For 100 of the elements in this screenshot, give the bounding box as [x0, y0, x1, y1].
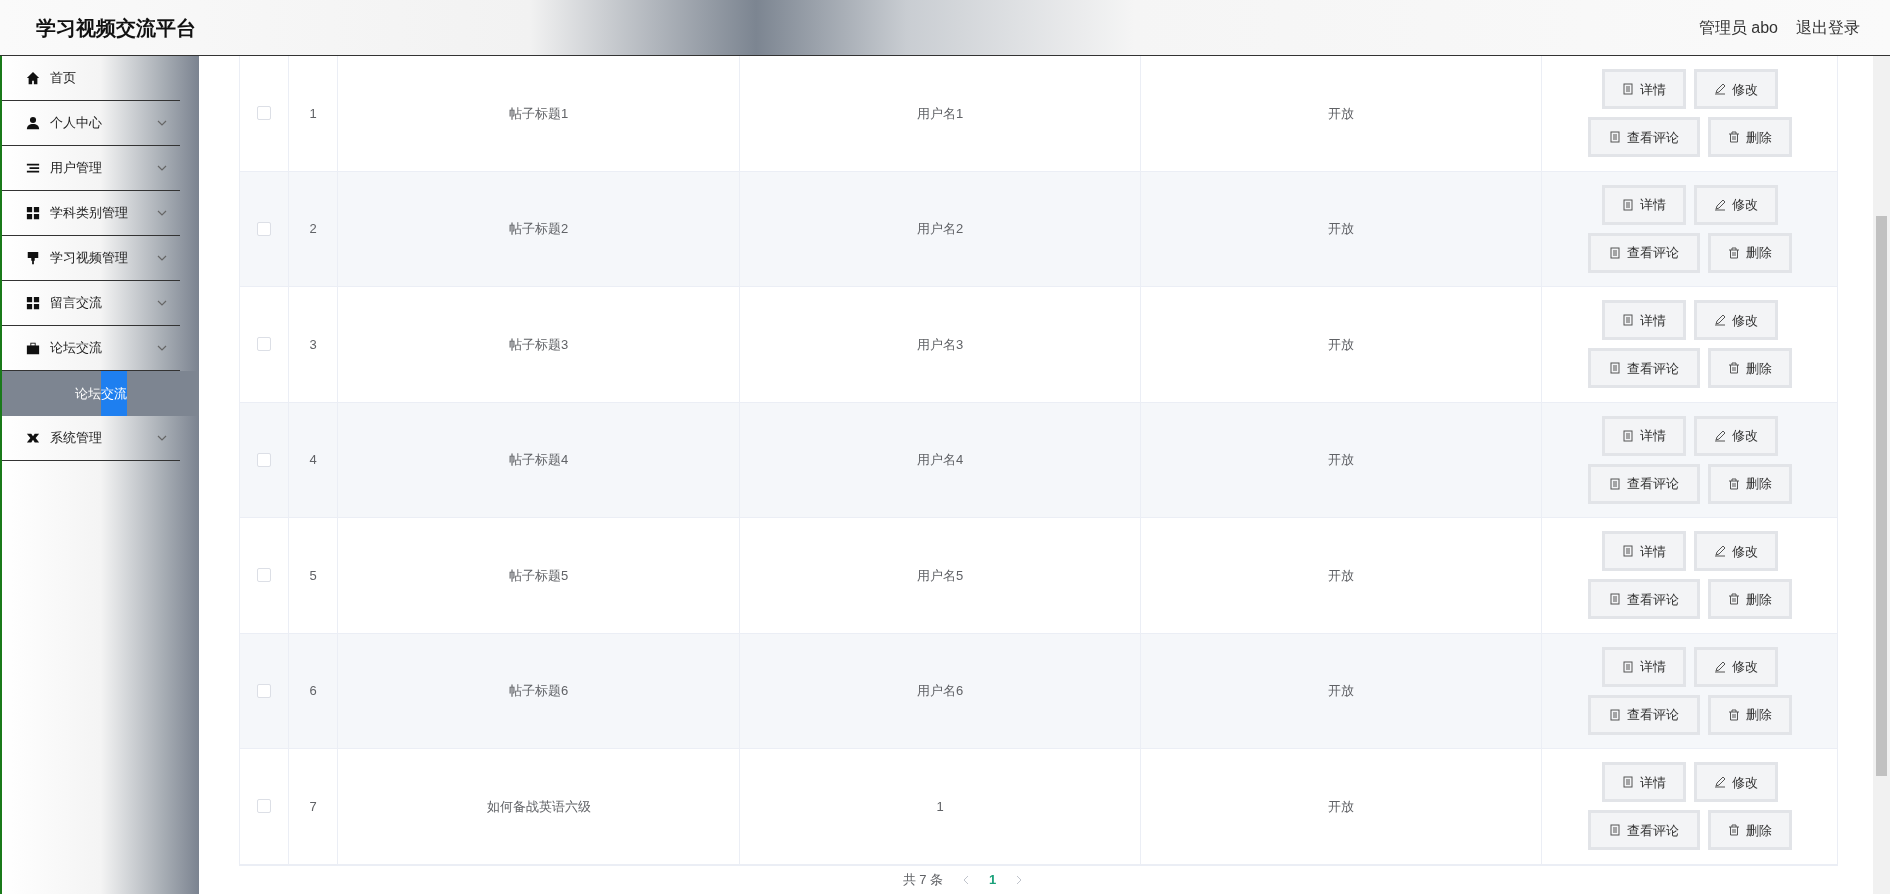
trash-icon	[1727, 131, 1740, 144]
trash-icon	[1727, 708, 1740, 721]
post-title: 帖子标题1	[508, 104, 569, 123]
action-button[interactable]: 删除	[1707, 694, 1792, 735]
action-button[interactable]: 删除	[1707, 117, 1792, 158]
action-button[interactable]: 修改	[1693, 300, 1778, 341]
row-index: 4	[309, 451, 317, 469]
status: 开放	[1328, 335, 1354, 354]
pencil-icon	[1713, 776, 1726, 789]
sidebar-item[interactable]: 学习视频管理	[2, 236, 180, 281]
sidebar-item[interactable]: 个人中心	[2, 101, 180, 146]
action-button[interactable]: 修改	[1693, 762, 1778, 803]
trash-icon	[1727, 477, 1740, 490]
action-button[interactable]: 删除	[1707, 810, 1792, 851]
status: 开放	[1328, 797, 1354, 816]
pencil-icon	[1713, 198, 1726, 211]
sidebar-item[interactable]: 用户管理	[2, 146, 180, 191]
total-count: 共 7 条	[902, 871, 944, 889]
action-button[interactable]: 查看评论	[1587, 694, 1700, 735]
document-icon	[1621, 776, 1634, 789]
sidebar-item[interactable]: 首页	[2, 56, 180, 101]
username: 用户名6	[916, 682, 964, 700]
action-button[interactable]: 详情	[1601, 184, 1686, 225]
post-title: 帖子标题5	[508, 566, 569, 585]
post-title: 如何备战英语六级	[486, 797, 591, 816]
document-icon	[1621, 660, 1634, 673]
username: 用户名4	[916, 451, 964, 469]
pin-icon	[26, 251, 40, 265]
post-title: 帖子标题2	[508, 220, 569, 238]
username: 用户名5	[916, 566, 964, 585]
document-icon	[1621, 429, 1634, 442]
row-checkbox[interactable]	[257, 568, 271, 583]
action-button[interactable]: 修改	[1693, 69, 1778, 110]
trash-icon	[1727, 824, 1740, 837]
row-index: 7	[309, 797, 317, 816]
pencil-icon	[1713, 83, 1726, 96]
app-title: 学习视频交流平台	[36, 15, 196, 41]
action-button[interactable]: 查看评论	[1587, 463, 1700, 504]
action-button[interactable]: 修改	[1693, 184, 1778, 225]
trash-icon	[1727, 362, 1740, 375]
action-button[interactable]: 修改	[1693, 415, 1778, 456]
document-icon	[1608, 246, 1621, 259]
document-icon	[1621, 83, 1634, 96]
status: 开放	[1328, 566, 1354, 585]
logout-link[interactable]: 退出登录	[1796, 15, 1860, 40]
action-button[interactable]: 详情	[1601, 69, 1686, 110]
status: 开放	[1328, 220, 1354, 238]
sidebar-item[interactable]: 系统管理	[2, 416, 180, 461]
post-title: 帖子标题3	[508, 335, 569, 354]
document-icon	[1621, 314, 1634, 327]
action-button[interactable]: 删除	[1707, 232, 1792, 273]
row-checkbox[interactable]	[257, 106, 271, 121]
document-icon	[1608, 477, 1621, 490]
list-icon	[26, 161, 40, 175]
sidebar-item[interactable]: 学科类别管理	[2, 191, 180, 236]
action-button[interactable]: 详情	[1601, 762, 1686, 803]
post-title: 帖子标题6	[508, 682, 569, 700]
trash-icon	[1727, 246, 1740, 259]
pencil-icon	[1713, 545, 1726, 558]
username: 1	[936, 797, 944, 816]
action-button[interactable]: 删除	[1707, 463, 1792, 504]
username: 用户名1	[916, 104, 964, 123]
sidebar-item[interactable]: 留言交流	[2, 281, 180, 326]
action-button[interactable]: 删除	[1707, 579, 1792, 620]
user-icon	[26, 116, 40, 130]
row-index: 5	[309, 566, 317, 585]
action-button[interactable]: 详情	[1601, 531, 1686, 572]
action-button[interactable]: 查看评论	[1587, 117, 1700, 158]
document-icon	[1608, 131, 1621, 144]
row-index: 1	[309, 104, 317, 123]
row-checkbox[interactable]	[257, 799, 271, 814]
status: 开放	[1328, 104, 1354, 123]
row-checkbox[interactable]	[257, 452, 271, 467]
action-button[interactable]: 详情	[1601, 646, 1686, 687]
home-icon	[26, 71, 40, 85]
action-button[interactable]: 查看评论	[1587, 232, 1700, 273]
document-icon	[1608, 362, 1621, 375]
action-button[interactable]: 查看评论	[1587, 348, 1700, 389]
pencil-icon	[1713, 314, 1726, 327]
document-icon	[1621, 545, 1634, 558]
row-checkbox[interactable]	[257, 337, 271, 352]
pencil-icon	[1713, 429, 1726, 442]
action-button[interactable]: 详情	[1601, 300, 1686, 341]
row-index: 3	[309, 335, 317, 354]
username: 用户名2	[916, 220, 964, 238]
grid-icon	[26, 206, 40, 220]
action-button[interactable]: 详情	[1601, 415, 1686, 456]
action-button[interactable]: 修改	[1693, 531, 1778, 572]
row-index: 2	[309, 220, 317, 238]
action-button[interactable]: 删除	[1707, 348, 1792, 389]
row-checkbox[interactable]	[257, 683, 271, 698]
action-button[interactable]: 修改	[1693, 646, 1778, 687]
row-checkbox[interactable]	[257, 221, 271, 236]
post-title: 帖子标题4	[508, 451, 569, 469]
action-button[interactable]: 查看评论	[1587, 810, 1700, 851]
action-button[interactable]: 查看评论	[1587, 579, 1700, 620]
scrollbar[interactable]	[1873, 56, 1890, 894]
username: 用户名3	[916, 335, 964, 354]
briefcase-icon	[26, 341, 40, 355]
admin-name: 管理员 abo	[1698, 17, 1778, 38]
